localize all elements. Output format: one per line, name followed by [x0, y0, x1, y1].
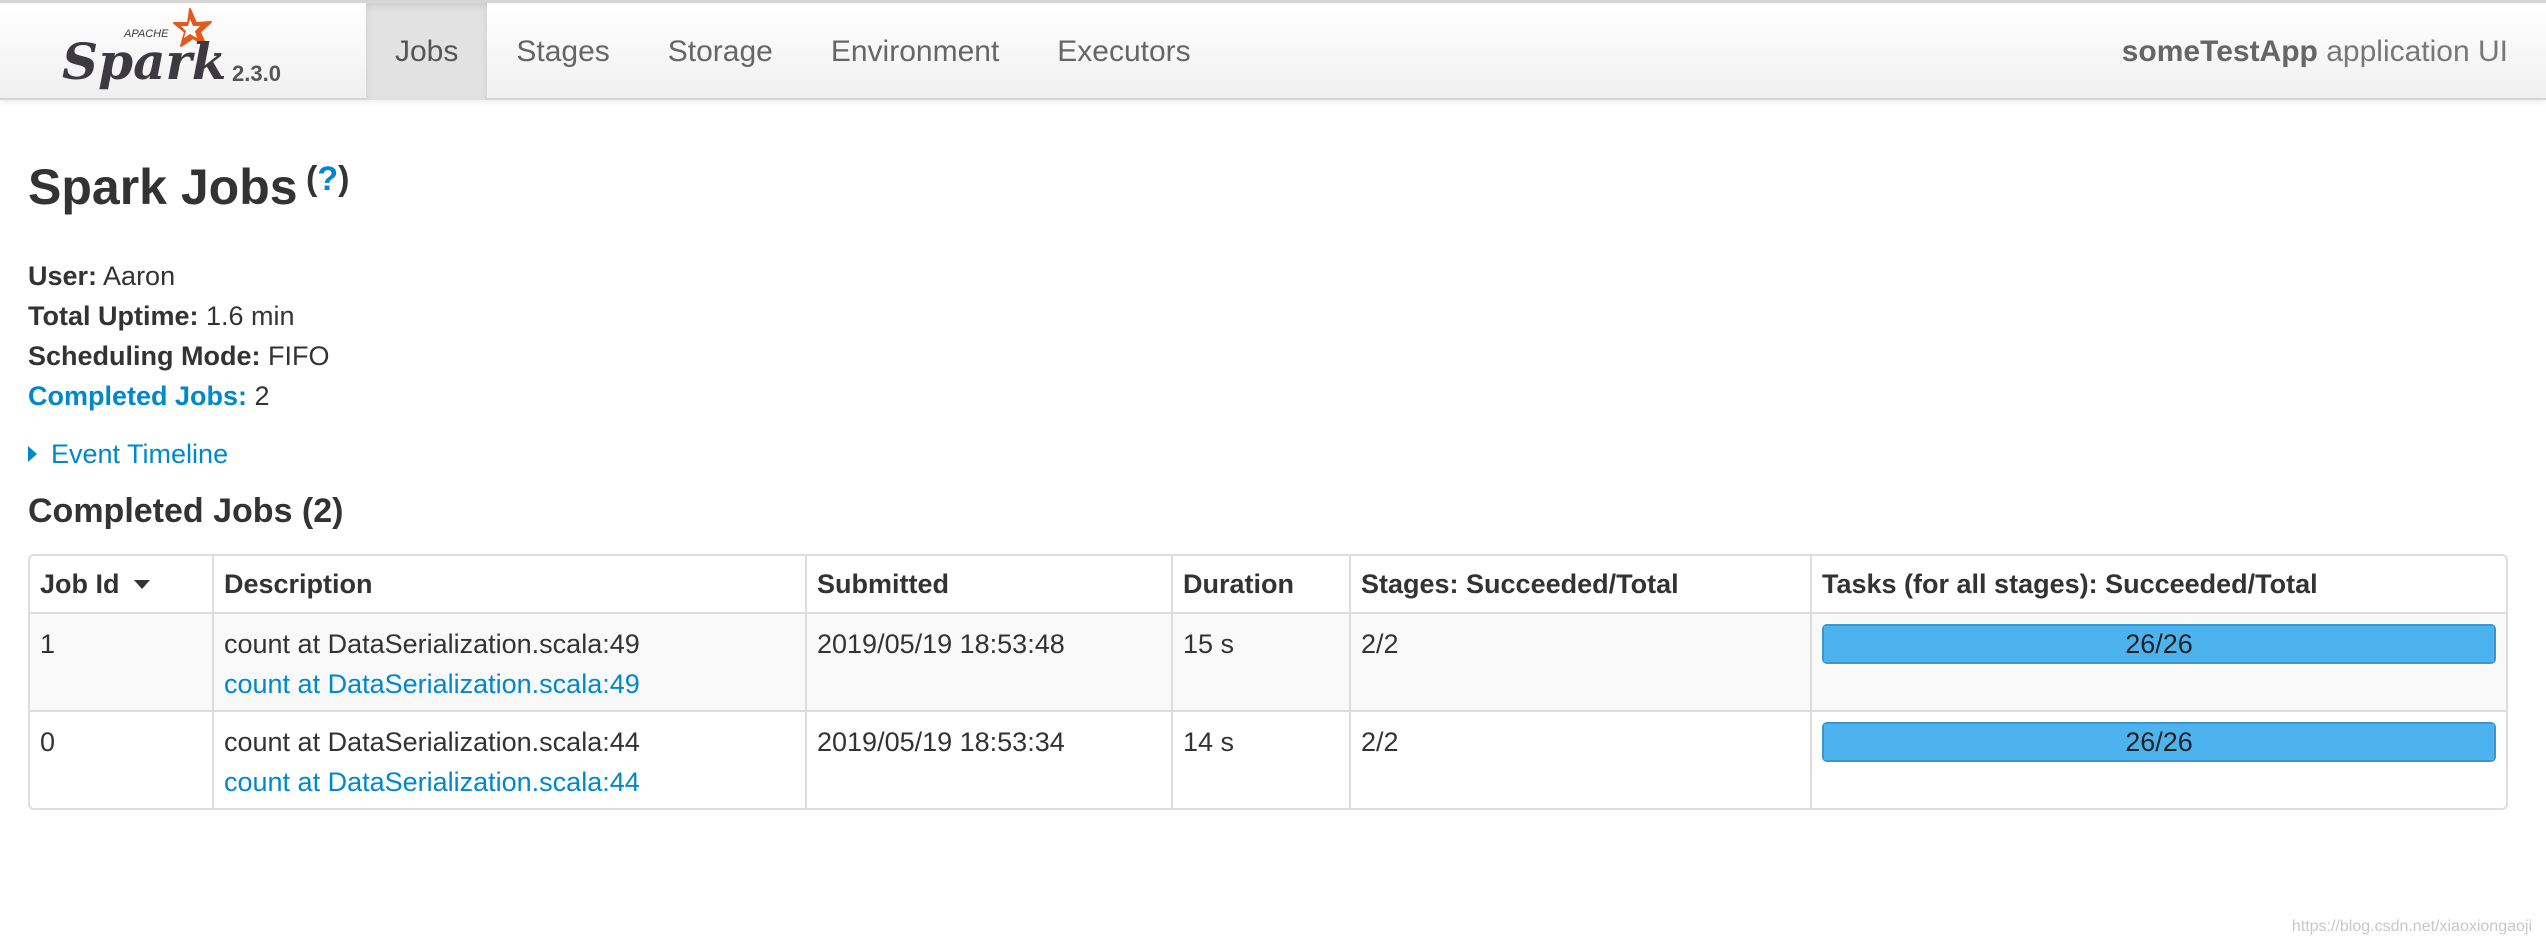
header-job-id-label: Job Id	[40, 569, 120, 599]
stages-cell: 2/2	[1349, 710, 1810, 808]
help-link[interactable]: ?	[317, 160, 338, 198]
tab-jobs[interactable]: Jobs	[366, 3, 488, 100]
tab-environment[interactable]: Environment	[802, 3, 1028, 100]
job-id-cell: 1	[30, 612, 212, 710]
completed-jobs-value: 2	[247, 381, 270, 411]
navbar: APACHE Spark 2.3.0 Jobs Stages Storage E…	[0, 0, 2546, 100]
job-id: 0	[40, 727, 56, 757]
job-description: count at DataSerialization.scala:49	[224, 629, 640, 659]
job-summary: User: Aaron Total Uptime: 1.6 min Schedu…	[28, 256, 330, 416]
watermark-text: https://blog.csdn.net/xiaoxiongaoji	[2291, 918, 2532, 935]
description-cell: count at DataSerialization.scala:49 coun…	[212, 612, 805, 710]
submitted-cell: 2019/05/19 18:53:34	[805, 710, 1171, 808]
page-title: Spark Jobs	[28, 159, 298, 215]
summary-uptime: Total Uptime: 1.6 min	[28, 296, 330, 336]
caret-right-icon	[28, 446, 37, 462]
help-close-paren: )	[338, 160, 350, 198]
completed-jobs-heading[interactable]: Completed Jobs (2)	[28, 492, 343, 531]
uptime-label: Total Uptime:	[28, 301, 199, 331]
tasks-cell: 26/26	[1810, 710, 2506, 808]
duration-cell: 15 s	[1171, 612, 1349, 710]
summary-completed-jobs: Completed Jobs: 2	[28, 376, 330, 416]
stages-cell: 2/2	[1349, 612, 1810, 710]
job-id: 1	[40, 629, 56, 659]
help-open-paren: (	[306, 160, 318, 198]
summary-scheduling-mode: Scheduling Mode: FIFO	[28, 336, 330, 376]
duration-cell: 14 s	[1171, 710, 1349, 808]
scheduling-mode-value: FIFO	[260, 341, 330, 371]
job-id-cell: 0	[30, 710, 212, 808]
scheduling-mode-label: Scheduling Mode:	[28, 341, 261, 371]
description-cell: count at DataSerialization.scala:44 coun…	[212, 710, 805, 808]
header-description[interactable]: Description	[212, 556, 805, 612]
app-name: someTestApp	[2121, 35, 2318, 68]
help-tooltip: (?)	[306, 160, 349, 199]
app-suffix: application UI	[2317, 35, 2508, 68]
logo-spark-text: Spark	[62, 32, 226, 91]
event-timeline-toggle[interactable]: Event Timeline	[28, 434, 228, 474]
summary-user: User: Aaron	[28, 256, 330, 296]
tasks-cell: 26/26	[1810, 612, 2506, 710]
spark-star-icon: APACHE Spark	[62, 8, 226, 91]
header-job-id[interactable]: Job Id	[30, 556, 212, 612]
table-header-row: Job Id Description Submitted Duration St…	[30, 556, 2506, 612]
tasks-progress-label: 26/26	[2125, 629, 2193, 659]
job-description-link[interactable]: count at DataSerialization.scala:44	[224, 767, 640, 797]
user-label: User:	[28, 261, 98, 291]
sort-descending-icon[interactable]	[133, 580, 150, 589]
header-stages[interactable]: Stages: Succeeded/Total	[1349, 556, 1810, 612]
tasks-progress-bar: 26/26	[1822, 624, 2496, 664]
job-description: count at DataSerialization.scala:44	[224, 727, 640, 757]
tab-storage[interactable]: Storage	[639, 3, 802, 100]
completed-jobs-table: Job Id Description Submitted Duration St…	[28, 554, 2508, 810]
job-description-link[interactable]: count at DataSerialization.scala:49	[224, 669, 640, 699]
table-row: 0 count at DataSerialization.scala:44 co…	[30, 710, 2506, 808]
completed-jobs-link[interactable]: Completed Jobs:	[28, 381, 247, 411]
header-submitted[interactable]: Submitted	[805, 556, 1171, 612]
header-duration[interactable]: Duration	[1171, 556, 1349, 612]
user-value: Aaron	[97, 261, 176, 291]
version-label: 2.3.0	[232, 61, 281, 86]
tasks-progress-bar: 26/26	[1822, 722, 2496, 762]
app-title: someTestApp application UI	[2122, 3, 2508, 100]
header-tasks[interactable]: Tasks (for all stages): Succeeded/Total	[1810, 556, 2506, 612]
tab-stages[interactable]: Stages	[487, 3, 638, 100]
spark-logo[interactable]: APACHE Spark 2.3.0	[62, 7, 302, 97]
event-timeline-label: Event Timeline	[51, 439, 229, 469]
submitted-cell: 2019/05/19 18:53:48	[805, 612, 1171, 710]
table-row: 1 count at DataSerialization.scala:49 co…	[30, 612, 2506, 710]
nav-tabs: Jobs Stages Storage Environment Executor…	[366, 3, 1220, 100]
uptime-value: 1.6 min	[198, 301, 295, 331]
tasks-progress-label: 26/26	[2125, 727, 2193, 757]
tab-executors[interactable]: Executors	[1028, 3, 1219, 100]
